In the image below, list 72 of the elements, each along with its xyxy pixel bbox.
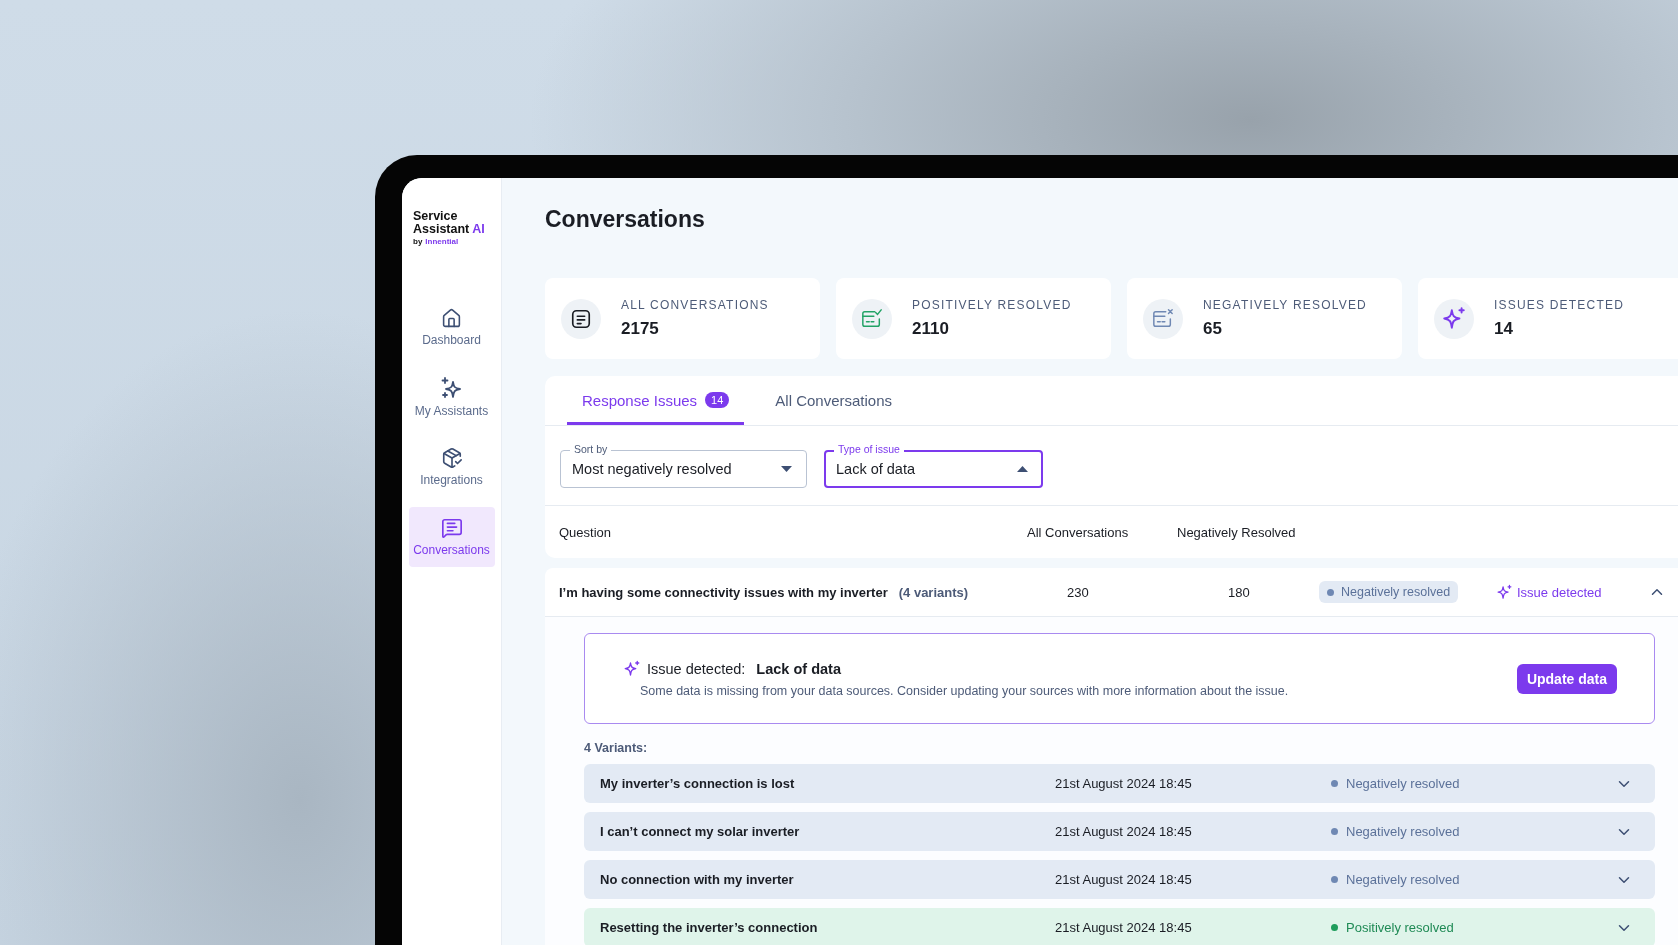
sparkle-icon [1441,305,1467,332]
variant-row[interactable]: My inverter’s connection is lost 21st August 2024 18:45 Negatively resolved [584,764,1655,803]
stat-value: 14 [1494,319,1514,339]
nav-label: My Assistants [414,404,489,418]
stat-label: ALL CONVERSATIONS [621,298,769,312]
variant-status: Positively resolved [1331,920,1454,935]
sparkle-icon [623,659,641,678]
column-header: All Conversations [1027,524,1130,540]
logo-text: Service [413,210,459,223]
dropdown-value: Lack of data [836,461,915,477]
logo-brand: Innential [425,236,459,247]
tab[interactable]: All Conversations [760,375,908,425]
variant-date: 21st August 2024 18:45 [1055,872,1193,887]
logo-by: by [413,236,423,247]
variants-title: 4 Variants: [584,741,649,755]
page-title: Conversations [545,206,705,233]
variant-question: Resetting the inverter’s connection [600,920,819,935]
chat-icon [440,517,463,539]
stat-value: 2175 [621,319,660,339]
dropdown-label: Sort by [570,443,612,456]
card-x-icon [1151,307,1175,330]
dropdown-value: Most negatively resolved [572,461,732,477]
status-dot [1327,588,1334,596]
issue-label: Issue detected: [647,660,746,677]
caret-up-icon [1017,466,1028,472]
sparkles-icon [439,376,464,400]
count-badge: 14 [705,392,730,408]
column-header: Negatively Resolved [1177,524,1297,540]
package-icon [440,447,463,469]
nav-item[interactable]: Conversations [408,507,495,567]
variant-date: 21st August 2024 18:45 [1055,824,1193,839]
nav-item[interactable]: Integrations [408,437,495,497]
tab[interactable]: Response Issues 14 [567,375,745,425]
card-check-icon [860,307,884,330]
variant-status: Negatively resolved [1331,824,1460,839]
nav-label: Integrations [420,473,483,487]
logo-text: Assistant [413,223,470,236]
sparkle-icon [1496,583,1513,601]
variant-date: 21st August 2024 18:45 [1055,920,1193,935]
table-cell-text: 180 [1227,584,1251,600]
variant-row[interactable]: I can’t connect my solar inverter 21st August 2024 18:45 Negatively resolved [584,812,1655,851]
logo-accent: AI [472,223,485,236]
caret-down-icon [781,466,792,472]
update-data-button[interactable]: Update data [1516,663,1617,694]
nav-label: Conversations [413,543,490,557]
table-cell-text: 230 [1066,584,1090,600]
variant-row[interactable]: Resetting the inverter’s connection 21st August 2024 18:45 Positively resolved [584,908,1655,945]
dropdown-label: Type of issue [834,443,904,456]
stat-label: NEGATIVELY RESOLVED [1203,298,1367,312]
issue-link[interactable]: Issue detected [1496,583,1648,601]
nav-label: Dashboard [422,332,481,347]
variant-count: (4 variants) [898,584,969,600]
document-icon [570,307,592,330]
variant-date: 21st August 2024 18:45 [1055,776,1193,791]
variant-status: Negatively resolved [1331,776,1460,791]
variant-question: No connection with my inverter [600,872,795,887]
question-text: I’m having some connectivity issues with my inverter [559,584,888,600]
nav-item[interactable]: My Assistants [408,367,495,427]
variant-status: Negatively resolved [1331,872,1460,887]
status-pill: Negatively resolved [1319,581,1459,603]
issue-description: Some data is missing from your data sources. Consider updating your sources with more information about the issue. [640,683,1289,698]
column-header: Question [559,524,613,540]
nav-item[interactable]: Dashboard [408,297,495,357]
variant-question: My inverter’s connection is lost [600,776,796,791]
variant-question: I can’t connect my solar inverter [600,824,801,839]
stat-label: ISSUES DETECTED [1494,298,1625,312]
variant-row[interactable]: No connection with my inverter 21st August 2024 18:45 Negatively resolved [584,860,1655,899]
home-icon [441,307,462,329]
stat-label: POSITIVELY RESOLVED [912,298,1072,312]
stat-value: 2110 [912,319,950,339]
issue-type: Lack of data [756,660,841,677]
stat-value: 65 [1203,319,1223,339]
